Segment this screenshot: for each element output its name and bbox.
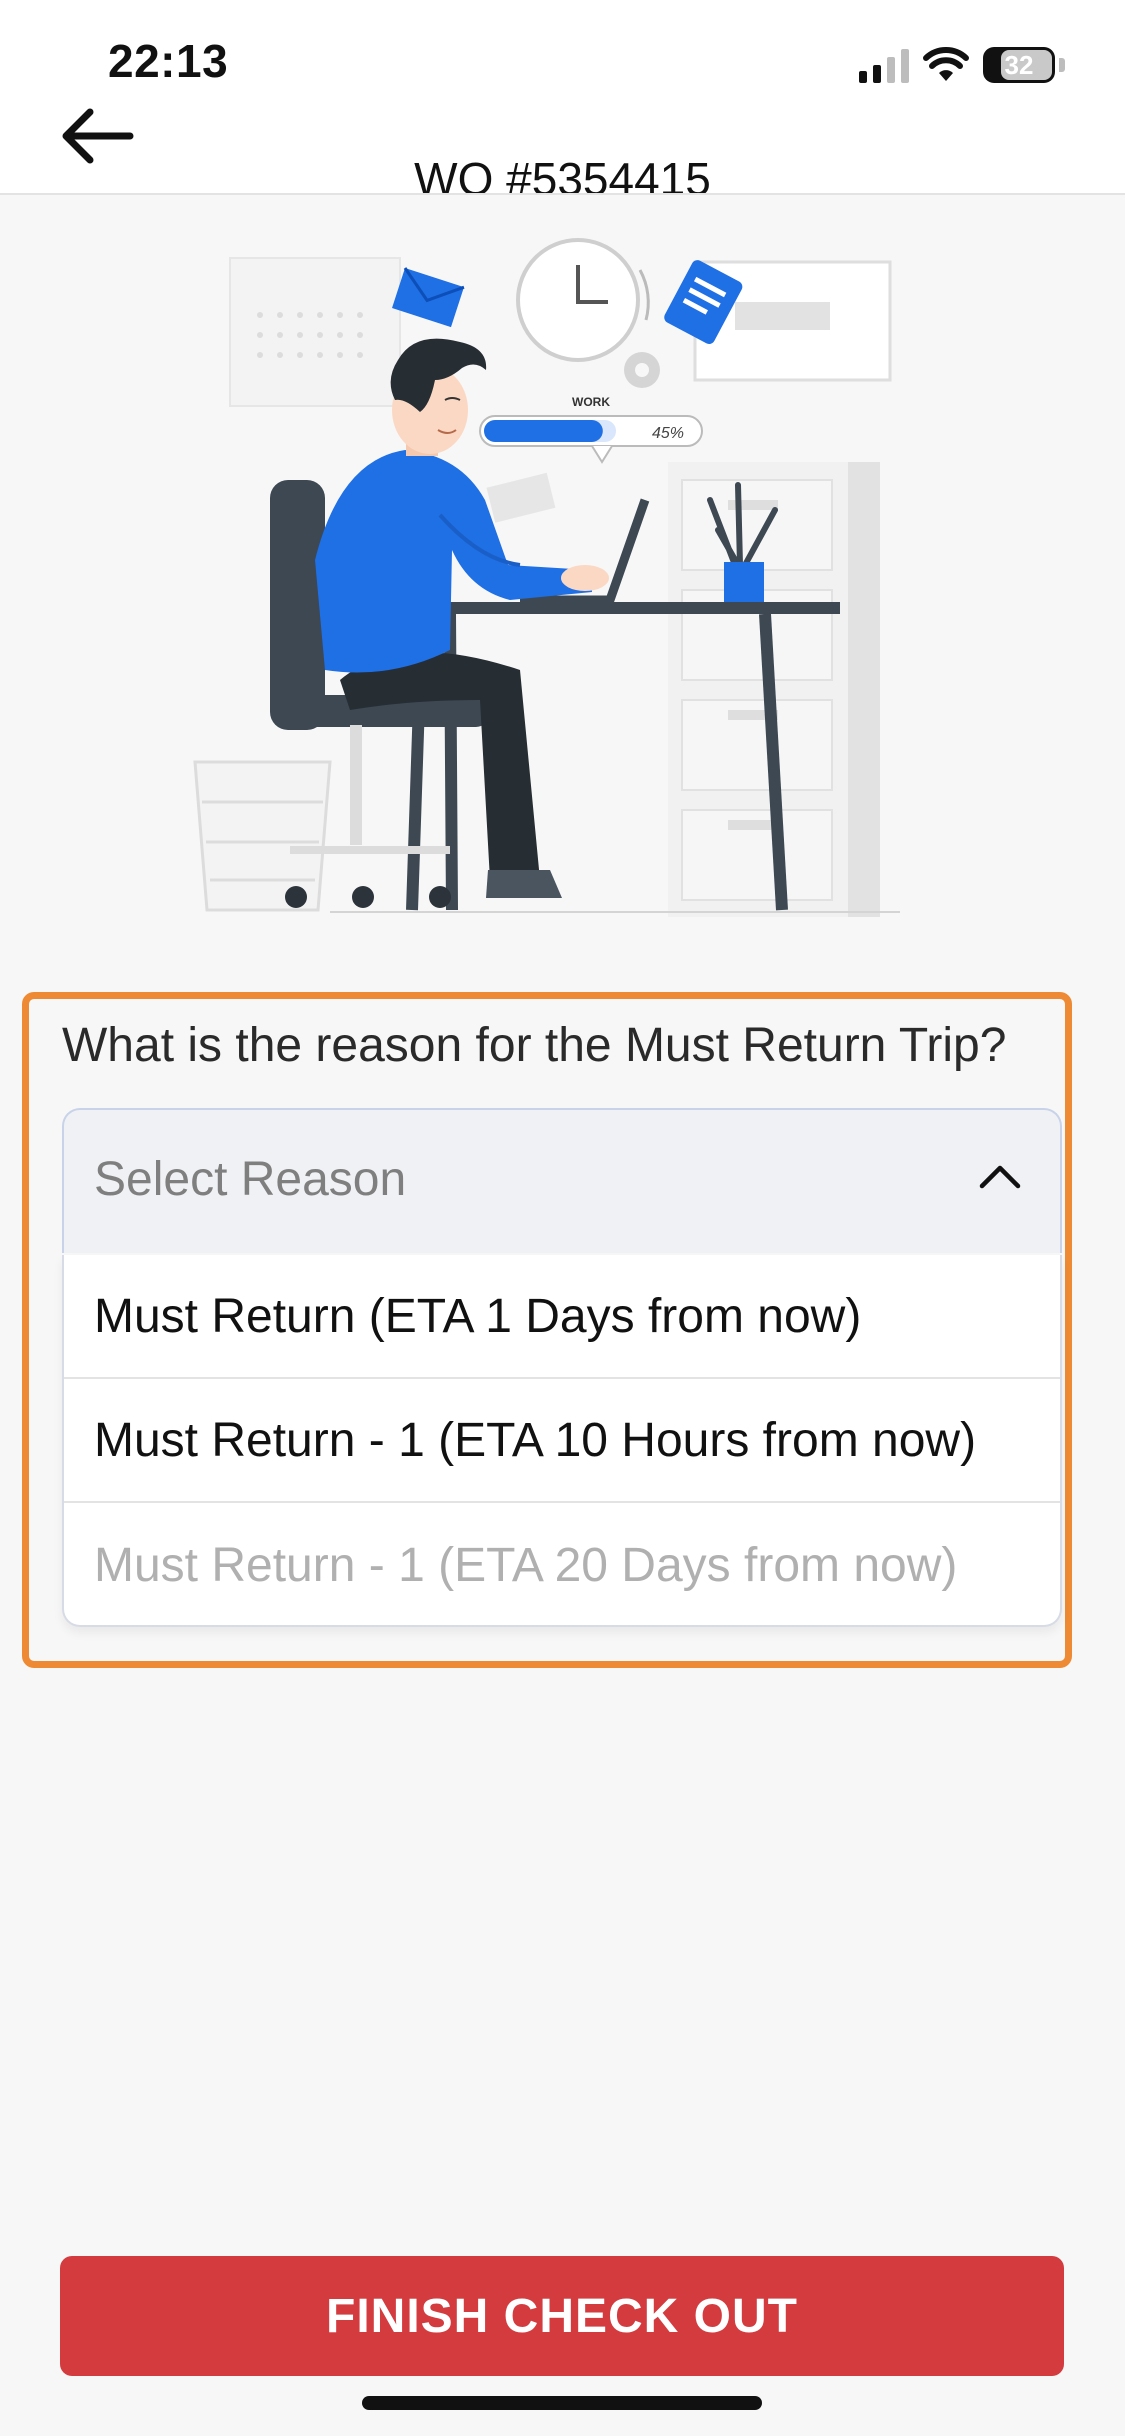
reason-select[interactable]: Select Reason	[62, 1108, 1062, 1253]
reason-option[interactable]: Must Return - 1 (ETA 10 Hours from now)	[64, 1379, 1060, 1503]
finish-check-out-button[interactable]: FINISH CHECK OUT	[60, 2256, 1064, 2376]
battery-cap	[1059, 58, 1065, 72]
wifi-icon	[923, 47, 969, 81]
home-indicator	[362, 2396, 762, 2410]
battery-level: 32	[1004, 49, 1034, 80]
illustration-bubble-label: WORK	[572, 395, 610, 409]
status-time: 22:13	[108, 35, 229, 87]
work-illustration: WORK 45%	[193, 238, 900, 917]
signal-icon	[859, 47, 909, 83]
reason-question: What is the reason for the Must Return T…	[62, 1019, 1007, 1072]
illustration-progress-text: 45%	[652, 425, 684, 442]
reason-select-placeholder: Select Reason	[94, 1153, 407, 1206]
reason-option[interactable]: Must Return - 1 (ETA 20 Days from now)	[64, 1503, 1060, 1625]
chevron-up-icon[interactable]	[978, 1162, 1022, 1190]
page-title: WO #5354415	[414, 153, 711, 195]
status-icons: 32	[859, 40, 1065, 90]
reason-options-list: Must Return (ETA 1 Days from now) Must R…	[62, 1255, 1062, 1627]
reason-option[interactable]: Must Return (ETA 1 Days from now)	[64, 1255, 1060, 1379]
battery-icon: 32	[983, 47, 1055, 83]
header: WO #5354415	[0, 90, 1125, 195]
